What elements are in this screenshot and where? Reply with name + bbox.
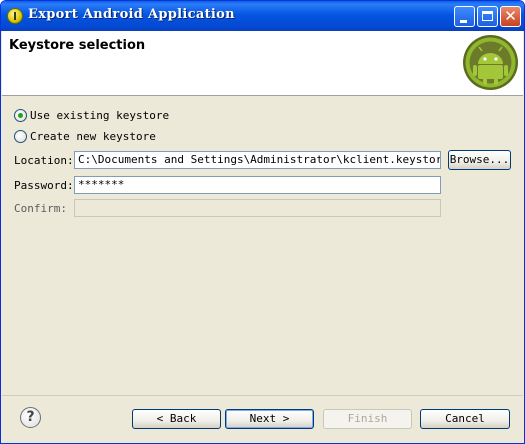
create-new-radio[interactable] [14,129,27,143]
next-button[interactable]: Next > [225,409,314,429]
password-label: Password: [14,179,74,192]
window-title: Export Android Application [28,7,235,22]
use-existing-keystore-option[interactable]: Use existing keystore [14,107,169,123]
create-new-keystore-option[interactable]: Create new keystore [14,128,156,144]
maximize-button[interactable] [477,6,498,27]
password-field[interactable]: ******* [74,176,441,194]
help-icon[interactable]: ? [20,407,41,428]
use-existing-label: Use existing keystore [30,108,170,122]
cancel-button[interactable]: Cancel [420,409,510,429]
minimize-icon [460,20,467,23]
android-logo [463,35,518,90]
confirm-label: Confirm: [14,202,67,215]
create-new-label: Create new keystore [30,129,156,143]
use-existing-radio[interactable] [14,108,27,122]
location-field[interactable]: C:\Documents and Settings\Administrator\… [74,151,441,169]
page-title: Keystore selection [9,38,146,53]
location-label: Location: [14,154,74,167]
close-icon: ✕ [504,7,517,25]
export-dialog-window: Export Android Application ✕ Keystore se… [0,0,525,444]
title-bar[interactable]: Export Android Application ✕ [1,1,524,31]
finish-button[interactable]: Finish [323,409,412,429]
minimize-button[interactable] [454,6,475,27]
footer-divider [2,395,523,396]
back-button[interactable]: < Back [132,409,221,429]
browse-button[interactable]: Browse... [448,150,511,170]
app-icon [7,8,23,24]
maximize-icon [482,11,493,21]
confirm-field[interactable] [74,199,441,217]
wizard-content: Use existing keystore Create new keystor… [2,96,523,396]
wizard-header: Keystore selection [2,31,523,96]
close-button[interactable]: ✕ [500,6,521,27]
